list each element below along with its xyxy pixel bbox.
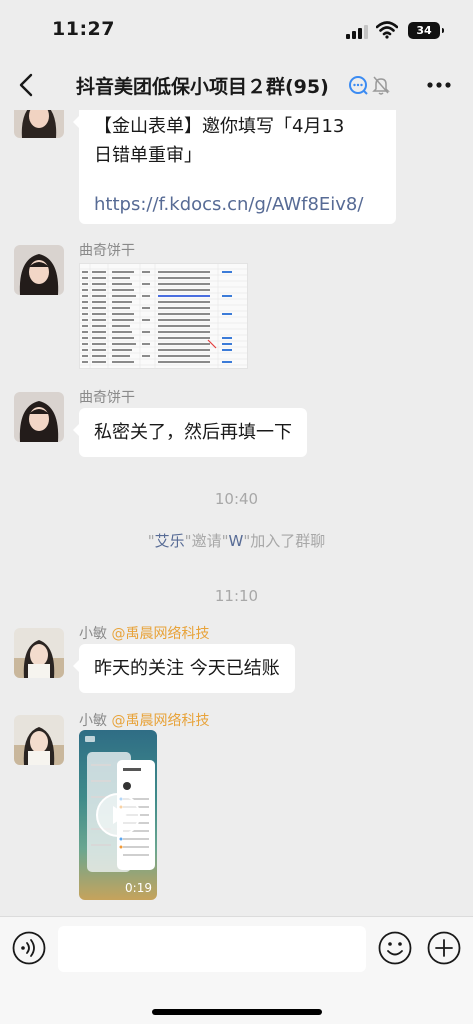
message-list[interactable]: 【金山表单】邀你填写「4月13 日错单重审」 https://f.kdocs.c…: [0, 110, 473, 916]
text-message-bubble[interactable]: 私密关了，然后再填一下: [73, 408, 307, 457]
chat-bubble-status-icon: [349, 76, 368, 95]
plus-more-icon[interactable]: [427, 931, 461, 965]
message-text: 日错单重审」: [94, 145, 202, 166]
battery-icon: 34: [408, 22, 444, 39]
text-message-bubble[interactable]: 昨天的关注 今天已结账: [73, 644, 295, 693]
wifi-icon: [376, 21, 398, 39]
sender-name: 小敏 @禹晨网络科技: [79, 710, 209, 730]
voice-input-icon[interactable]: [12, 931, 46, 965]
sender-name-text: 小敏: [79, 713, 107, 729]
sender-name: 曲奇饼干: [79, 390, 135, 406]
message-timestamp: 10:40: [214, 490, 259, 508]
spreadsheet-screenshot-image[interactable]: [79, 263, 248, 369]
invite-text: "邀请": [184, 532, 229, 550]
message-text: 私密关了，然后再填一下: [94, 422, 292, 443]
chat-title: 抖音美团低保小项目２群(95): [76, 76, 329, 98]
inviter-name[interactable]: 艾乐: [155, 532, 185, 550]
message-text: 昨天的关注 今天已结账: [94, 658, 280, 679]
kdocs-link[interactable]: https://f.kdocs.cn/g/AWf8Eiv8/: [94, 190, 381, 219]
status-time: 11:27: [52, 18, 115, 40]
join-text: "加入了群聊: [243, 532, 326, 550]
avatar[interactable]: [14, 110, 64, 138]
more-options-icon[interactable]: [425, 74, 453, 96]
mute-bell-icon: [372, 76, 390, 95]
message-input[interactable]: [58, 926, 366, 972]
message-timestamp: 11:10: [214, 587, 259, 605]
avatar[interactable]: [14, 628, 64, 678]
play-icon[interactable]: [96, 793, 140, 837]
cellular-signal-icon: [346, 25, 368, 39]
sender-mention: @禹晨网络科技: [111, 626, 210, 642]
battery-level: 34: [416, 24, 432, 37]
back-arrow-icon[interactable]: [14, 70, 40, 100]
video-message[interactable]: 0:19: [79, 730, 157, 900]
kdocs-form-message[interactable]: 【金山表单】邀你填写「4月13 日错单重审」 https://f.kdocs.c…: [73, 110, 396, 224]
message-text: 【金山表单】邀你填写「4月13: [94, 116, 345, 137]
avatar[interactable]: [14, 715, 64, 765]
sender-name: 曲奇饼干: [79, 243, 135, 259]
avatar[interactable]: [14, 392, 64, 442]
video-duration: 0:19: [125, 881, 152, 895]
input-bar: [0, 916, 473, 1024]
chat-header: 抖音美团低保小项目２群(95): [0, 60, 473, 110]
system-join-notice: "艾乐"邀请"W"加入了群聊: [0, 530, 473, 551]
sender-mention: @禹晨网络科技: [111, 713, 210, 729]
status-bar: 11:27 34: [0, 0, 473, 60]
quote-mark: ": [147, 532, 155, 550]
invitee-name[interactable]: W: [228, 532, 243, 550]
sender-name: 小敏 @禹晨网络科技: [79, 623, 209, 643]
emoji-icon[interactable]: [378, 931, 412, 965]
home-indicator: [152, 1009, 322, 1015]
sender-name-text: 小敏: [79, 626, 107, 642]
avatar[interactable]: [14, 245, 64, 295]
